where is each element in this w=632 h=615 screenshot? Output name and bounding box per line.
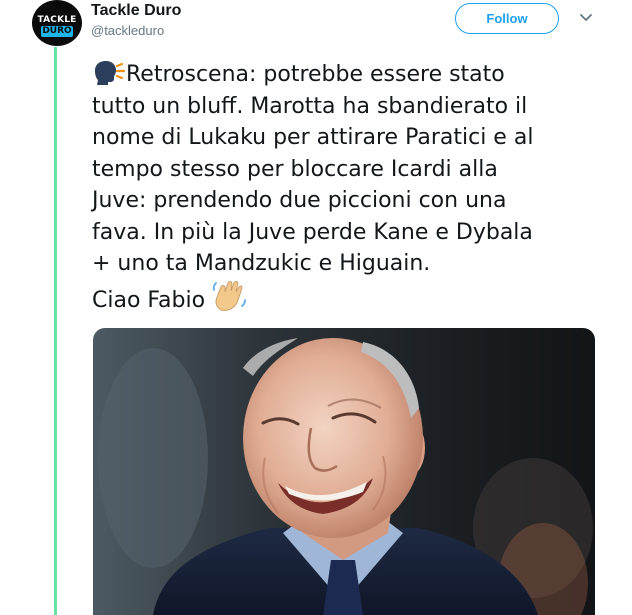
thread-line <box>54 47 57 615</box>
waving-hand-icon <box>212 280 246 311</box>
tweet-text: Retroscena: potrebbe essere stato tutto … <box>92 59 612 316</box>
avatar[interactable]: TACKLE DURO <box>32 0 82 46</box>
tweet-line: Retroscena: potrebbe essere stato <box>92 59 612 91</box>
tweet-card: TACKLE DURO Tackle Duro @tackleduro Foll… <box>0 0 632 615</box>
chevron-down-icon[interactable] <box>578 11 594 25</box>
tweet-line: tutto un bluff. Marotta ha sbandierato i… <box>92 93 528 119</box>
smiling-man-photo <box>93 328 595 615</box>
tweet-line-text: Ciao Fabio <box>92 287 206 313</box>
tweet-photo[interactable] <box>93 328 595 615</box>
tweet-line: tempo stesso per bloccare Icardi alla <box>92 156 498 182</box>
display-name[interactable]: Tackle Duro <box>91 2 181 20</box>
tweet-line-text: Retroscena: potrebbe essere stato <box>126 62 505 87</box>
tweet-line: Ciao Fabio <box>92 280 612 317</box>
user-handle[interactable]: @tackleduro <box>91 23 164 38</box>
tweet-line: + uno ta Mandzukic e Higuain. <box>92 251 431 276</box>
speaking-head-icon <box>95 61 126 85</box>
tweet-line: fava. In più la Juve perde Kane e Dybala <box>92 219 533 245</box>
avatar-logo-bottom: DURO <box>41 26 73 37</box>
tweet-line: Juve: prendendo due piccioni con una <box>92 188 507 213</box>
avatar-logo-top: TACKLE <box>37 15 77 25</box>
tweet-line: nome di Lukaku per attirare Paratici e a… <box>92 125 534 150</box>
follow-button[interactable]: Follow <box>455 3 559 34</box>
